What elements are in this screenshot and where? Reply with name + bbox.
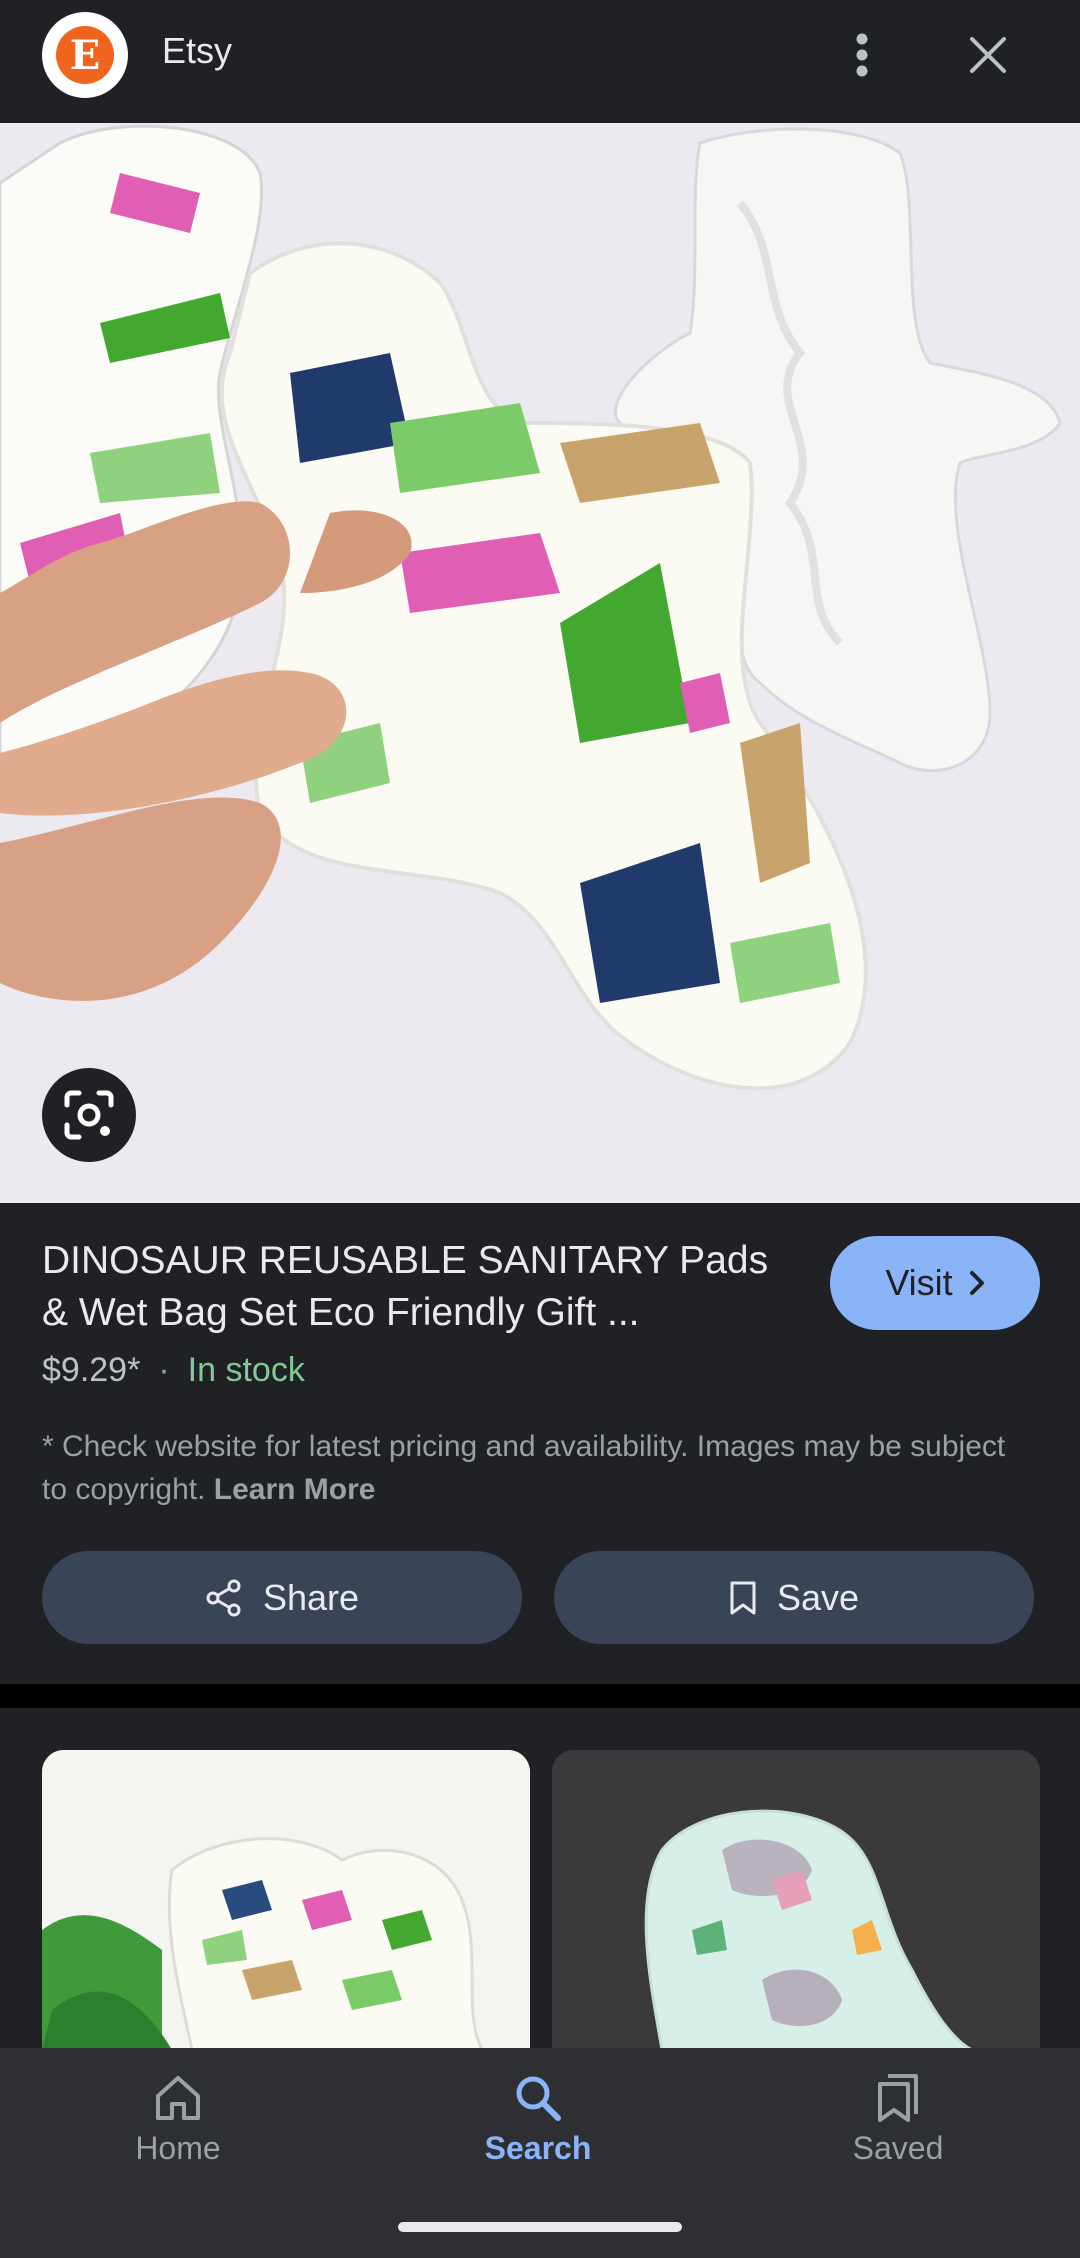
related-image-dinosaur-pads (42, 1750, 530, 2050)
product-info-panel: DINOSAUR REUSABLE SANITARY Pads & Wet Ba… (0, 1203, 1080, 1684)
related-results-grid (0, 1708, 1080, 2050)
nav-home[interactable]: Home (68, 2072, 288, 2212)
bookmark-icon (730, 1581, 756, 1614)
visit-label: Visit (885, 1262, 953, 1303)
stock-status: In stock (187, 1351, 305, 1389)
learn-more-link[interactable]: Learn More (214, 1473, 376, 1506)
home-icon (156, 2076, 200, 2120)
save-label: Save (776, 1576, 860, 1618)
close-button[interactable] (955, 22, 1021, 88)
nav-search-label: Search (484, 2130, 592, 2166)
share-button[interactable]: Share (42, 1551, 522, 1644)
etsy-logo[interactable]: E (42, 12, 128, 98)
section-divider (0, 1684, 1080, 1708)
google-lens-button[interactable] (42, 1068, 136, 1162)
lens-icon (64, 1090, 114, 1140)
etsy-logo-letter: E (56, 26, 114, 84)
related-result-thumbnail[interactable] (42, 1750, 530, 2050)
price-row: $9.29* · In stock (42, 1351, 305, 1390)
share-icon (206, 1579, 241, 1616)
more-vert-icon (856, 33, 868, 77)
product-photo-illustration (0, 123, 1080, 1203)
related-image-elephant-pad (552, 1750, 1040, 2050)
top-app-bar: E Etsy (0, 0, 1080, 123)
disclaimer-body: * Check website for latest pricing and a… (42, 1430, 1006, 1506)
product-title[interactable]: DINOSAUR REUSABLE SANITARY Pads & Wet Ba… (42, 1235, 802, 1339)
nav-search[interactable]: Search (428, 2072, 648, 2212)
price: $9.29* (42, 1351, 141, 1389)
nav-saved[interactable]: Saved (788, 2072, 1008, 2212)
disclaimer-text: * Check website for latest pricing and a… (42, 1425, 1022, 1511)
visit-button[interactable]: Visit (830, 1236, 1040, 1330)
gesture-home-indicator[interactable] (398, 2222, 682, 2232)
separator-dot: · (158, 1351, 170, 1389)
chevron-right-icon (969, 1271, 984, 1295)
product-image[interactable] (0, 123, 1080, 1203)
close-icon (970, 37, 1006, 73)
related-result-thumbnail[interactable] (552, 1750, 1040, 2050)
search-icon (516, 2076, 561, 2121)
bookmarks-icon (878, 2074, 918, 2122)
share-label: Share (262, 1576, 360, 1618)
nav-saved-label: Saved (852, 2130, 944, 2166)
site-name[interactable]: Etsy (162, 30, 232, 72)
more-options-button[interactable] (838, 22, 886, 88)
save-button[interactable]: Save (554, 1551, 1034, 1644)
nav-home-label: Home (135, 2130, 221, 2166)
